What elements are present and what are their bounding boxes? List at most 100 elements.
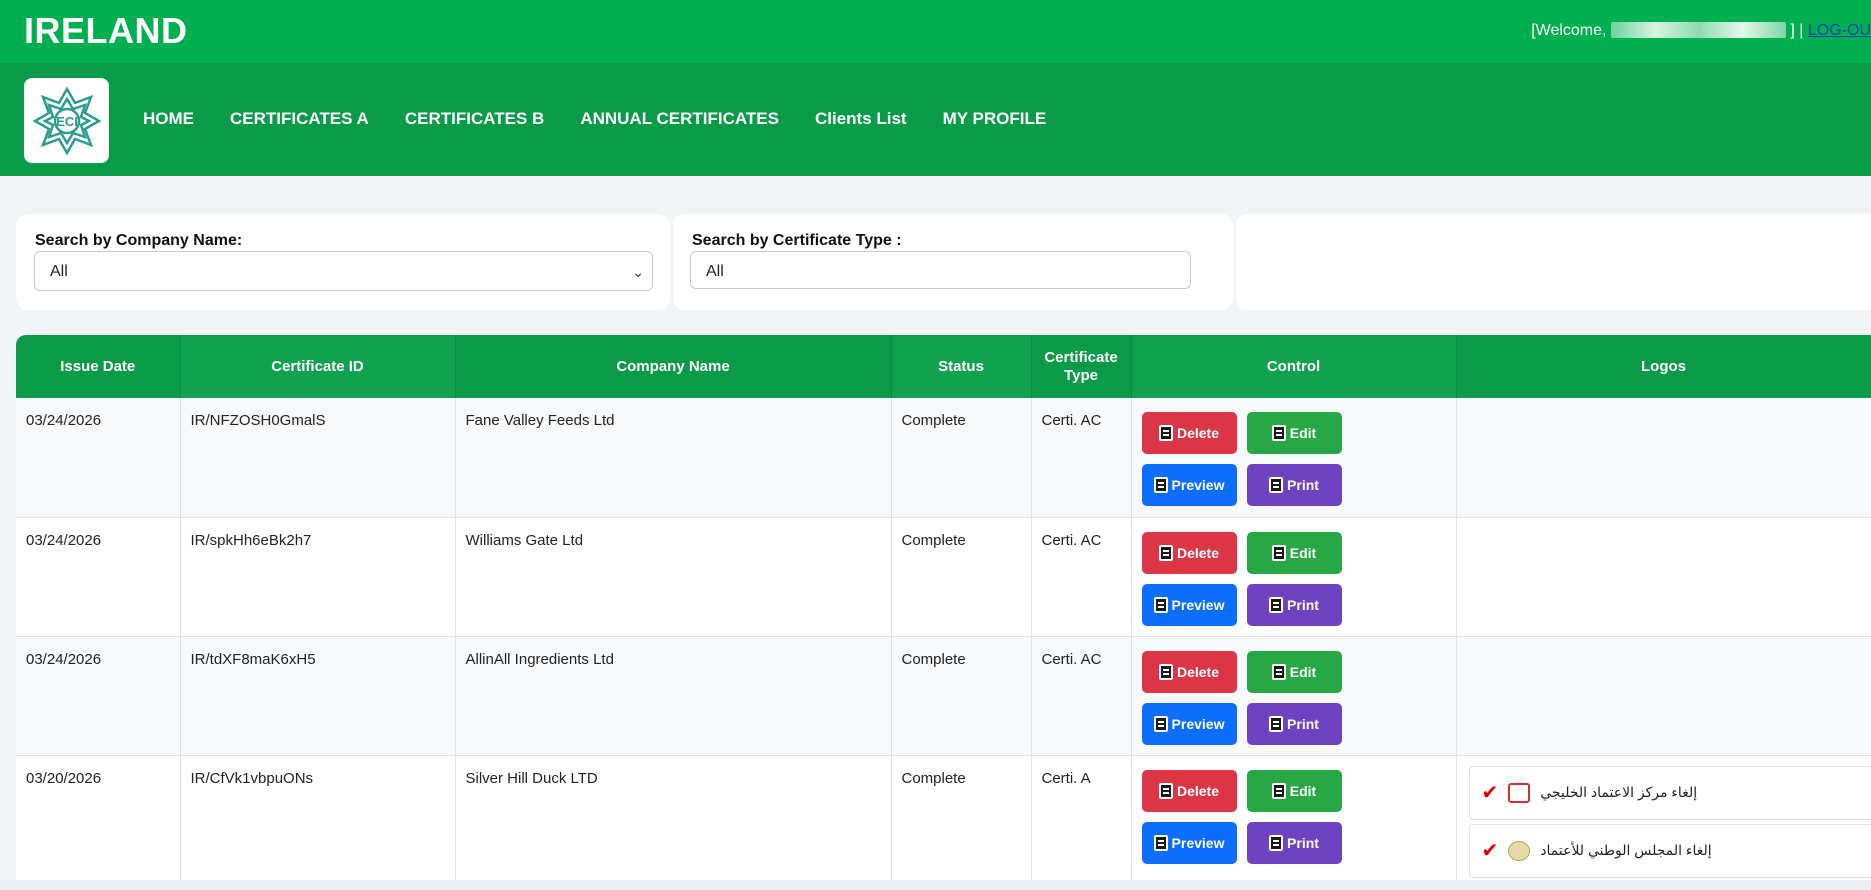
cell-certificate-type: Certi. AC: [1031, 517, 1132, 637]
nav-certificates-a[interactable]: CERTIFICATES A: [230, 109, 369, 129]
table-row: 03/24/2026 IR/tdXF8maK6xH5 AllinAll Ingr…: [16, 636, 1871, 756]
welcome-prefix: [Welcome,: [1531, 22, 1607, 39]
nav-clients-list[interactable]: Clients List: [815, 109, 907, 129]
preview-label: Preview: [1171, 715, 1225, 732]
document-icon: [1269, 477, 1284, 493]
print-button[interactable]: Print: [1246, 821, 1342, 864]
cell-certificate-type: Certi. A: [1031, 755, 1132, 880]
checkmark-icon: ✔: [1481, 840, 1499, 862]
nav-certificates-b[interactable]: CERTIFICATES B: [405, 109, 544, 129]
document-icon: [1269, 596, 1284, 613]
document-icon: [1153, 596, 1168, 613]
cert-type-input[interactable]: All: [690, 251, 1191, 289]
edit-label: Edit: [1289, 544, 1317, 561]
table-row: 03/24/2026 IR/NFZOSH0GmalS Fane Valley F…: [16, 398, 1871, 518]
nav-my-profile[interactable]: MY PROFILE: [943, 109, 1047, 129]
cell-status: Complete: [891, 517, 1032, 637]
table-header-row: Issue Date Certificate ID Company Name S…: [16, 335, 1871, 398]
preview-button[interactable]: Preview: [1141, 583, 1237, 626]
edit-button[interactable]: Edit: [1246, 769, 1342, 812]
nav-annual-certificates[interactable]: ANNUAL CERTIFICATES: [580, 109, 779, 129]
print-button[interactable]: Print: [1246, 583, 1342, 626]
edit-button[interactable]: Edit: [1246, 412, 1342, 454]
delete-label: Delete: [1176, 544, 1220, 561]
document-icon: [1158, 425, 1173, 441]
cert-type-filter-label: Search by Certificate Type :: [692, 232, 902, 249]
header-logos: Logos: [1456, 335, 1871, 398]
delete-label: Delete: [1176, 425, 1220, 441]
user-name-redacted: [1610, 22, 1786, 38]
cell-logos: [1456, 398, 1871, 518]
header-issue-date[interactable]: Issue Date: [16, 335, 181, 398]
cell-logos: [1456, 517, 1871, 637]
delete-button[interactable]: Delete: [1141, 769, 1237, 812]
cell-company-name: AllinAll Ingredients Ltd: [455, 636, 892, 756]
company-filter-card: Search by Company Name: All ⌄: [16, 214, 670, 310]
preview-button[interactable]: Preview: [1141, 702, 1237, 745]
checkmark-icon: ✔: [1481, 782, 1499, 804]
preview-button[interactable]: Preview: [1141, 464, 1237, 506]
cell-certificate-id: IR/NFZOSH0GmalS: [180, 398, 456, 518]
welcome-area: [Welcome, ] | LOG-OU: [1531, 22, 1871, 40]
logout-link[interactable]: LOG-OU: [1808, 22, 1871, 39]
eci-logo[interactable]: ECI: [24, 78, 109, 163]
delete-button[interactable]: Delete: [1141, 650, 1237, 693]
cell-control: Delete Edit Preview Print: [1131, 517, 1457, 637]
print-button[interactable]: Print: [1246, 702, 1342, 745]
preview-label: Preview: [1171, 834, 1225, 851]
company-select[interactable]: All ⌄: [34, 251, 653, 291]
preview-label: Preview: [1171, 596, 1225, 613]
cell-certificate-type: Certi. AC: [1031, 636, 1132, 756]
brand-title: IRELAND: [24, 10, 188, 51]
preview-button[interactable]: Preview: [1141, 821, 1237, 864]
gac-logo-icon: [1508, 782, 1531, 803]
empty-filter-card: [1236, 214, 1871, 310]
print-label: Print: [1287, 477, 1319, 493]
cell-issue-date: 03/24/2026: [16, 398, 181, 518]
header-control: Control: [1131, 335, 1457, 398]
document-icon: [1153, 715, 1168, 732]
edit-button[interactable]: Edit: [1246, 531, 1342, 574]
cert-type-input-value: All: [706, 263, 724, 280]
table-row: 03/24/2026 IR/spkHh6eBk2h7 Williams Gate…: [16, 517, 1871, 637]
top-bar: IRELAND [Welcome, ] | LOG-OU: [0, 0, 1871, 63]
cell-certificate-id: IR/spkHh6eBk2h7: [180, 517, 456, 637]
edit-label: Edit: [1289, 425, 1317, 441]
document-icon: [1158, 782, 1173, 799]
main-navbar: ECI HOME CERTIFICATES A CERTIFICATES B A…: [0, 63, 1871, 176]
cell-company-name: Silver Hill Duck LTD: [455, 755, 892, 880]
print-label: Print: [1287, 596, 1319, 613]
document-icon: [1271, 663, 1286, 680]
cell-certificate-id: IR/CfVk1vbpuONs: [180, 755, 456, 880]
nav-home[interactable]: HOME: [143, 109, 194, 129]
cell-status: Complete: [891, 755, 1032, 880]
logo-revoke-gac[interactable]: ✔ إلغاء مركز الاعتماد الخليجي: [1468, 765, 1871, 820]
document-icon: [1271, 544, 1286, 561]
cell-issue-date: 03/24/2026: [16, 636, 181, 756]
cell-status: Complete: [891, 398, 1032, 518]
cell-certificate-id: IR/tdXF8maK6xH5: [180, 636, 456, 756]
edit-button[interactable]: Edit: [1246, 650, 1342, 693]
header-status[interactable]: Status: [891, 335, 1032, 398]
page-bottom-strip: [0, 880, 1871, 890]
certificates-table: Issue Date Certificate ID Company Name S…: [16, 335, 1871, 880]
table-row: 03/20/2026 IR/CfVk1vbpuONs Silver Hill D…: [16, 755, 1871, 880]
print-label: Print: [1287, 834, 1319, 851]
logo-revoke-egac[interactable]: ✔ إلغاء المجلس الوطني للأعتماد: [1468, 823, 1871, 878]
delete-button[interactable]: Delete: [1141, 531, 1237, 574]
edit-label: Edit: [1289, 782, 1317, 799]
nav-menu: HOME CERTIFICATES A CERTIFICATES B ANNUA…: [143, 109, 1046, 129]
document-icon: [1271, 782, 1286, 799]
header-certificate-id[interactable]: Certificate ID: [180, 335, 456, 398]
header-certificate-type[interactable]: Certificate Type: [1031, 335, 1132, 398]
print-button[interactable]: Print: [1246, 464, 1342, 506]
header-company-name[interactable]: Company Name: [455, 335, 892, 398]
cell-control: Delete Edit Preview Print: [1131, 636, 1457, 756]
eci-star-logo-icon: ECI: [31, 85, 102, 156]
delete-button[interactable]: Delete: [1141, 412, 1237, 454]
document-icon: [1153, 477, 1168, 493]
chevron-down-icon: ⌄: [632, 264, 644, 280]
delete-label: Delete: [1176, 782, 1220, 799]
logo-line-label: إلغاء المجلس الوطني للأعتماد: [1540, 842, 1712, 858]
document-icon: [1158, 663, 1173, 680]
